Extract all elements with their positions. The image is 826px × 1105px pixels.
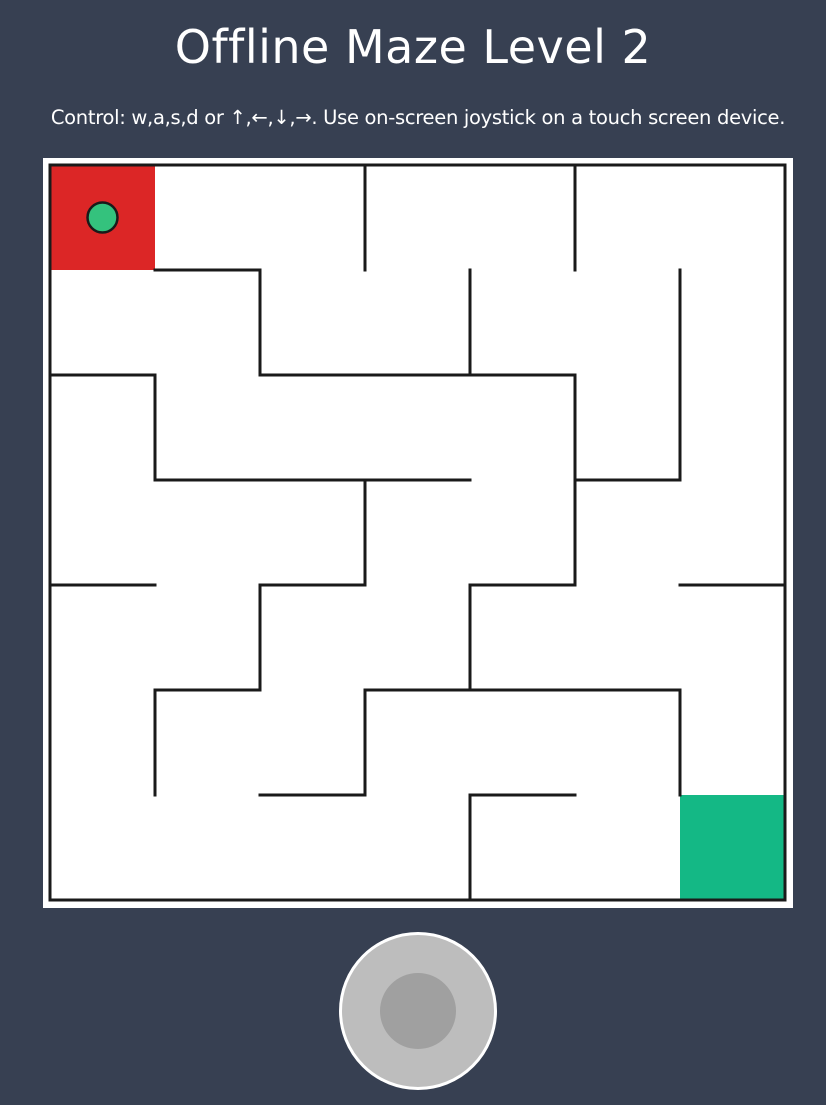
joystick-knob[interactable] bbox=[380, 973, 456, 1049]
maze-canvas bbox=[48, 163, 787, 902]
player-ball bbox=[86, 201, 119, 234]
joystick-base[interactable] bbox=[339, 932, 497, 1090]
goal-cell bbox=[680, 795, 785, 900]
maze-board[interactable] bbox=[43, 158, 793, 908]
page-title: Offline Maze Level 2 bbox=[174, 20, 652, 74]
controls-instructions: Control: w,a,s,d or ↑,←,↓,→. Use on-scre… bbox=[50, 106, 786, 129]
